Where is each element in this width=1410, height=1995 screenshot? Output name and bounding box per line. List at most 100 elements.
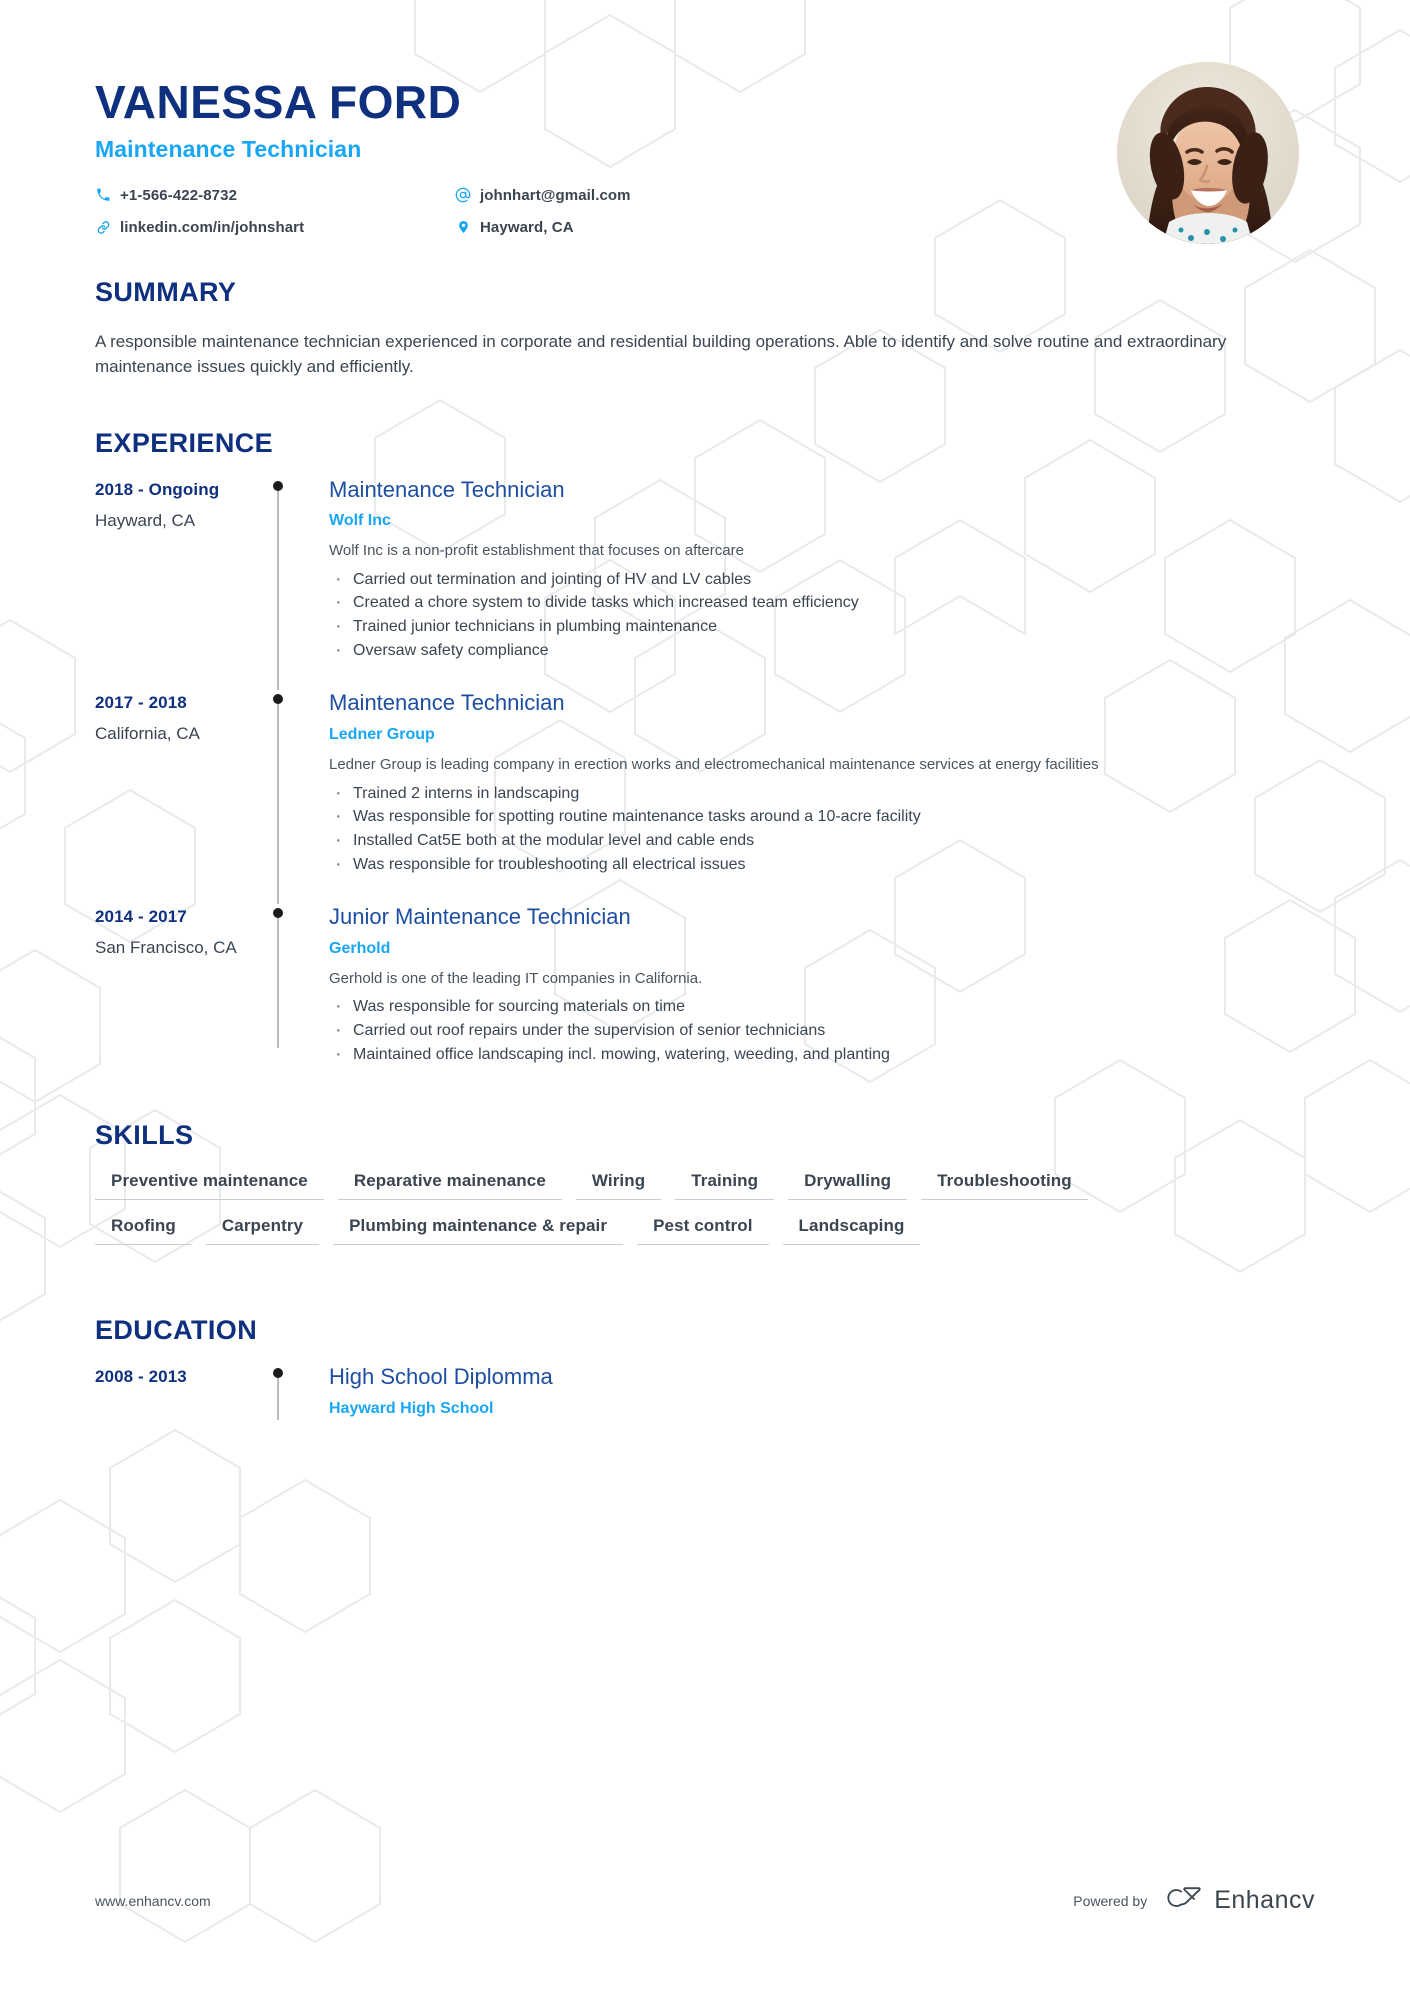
experience-entry-date: 2018 - Ongoing [95,479,220,499]
summary-section-title: SUMMARY [95,277,237,308]
timeline-dot [273,908,283,919]
skills-row: Preventive maintenance Reparative mainen… [95,1171,1315,1201]
experience-entry-location: Hayward, CA [95,510,196,530]
education-entry-meta: 2008 - 2013 [95,1364,273,1417]
experience-entry-date: 2017 - 2018 [95,693,187,713]
skills-section: SKILLS Preventive maintenance Reparative… [95,1120,1315,1246]
enhancv-brand: Enhancv [1161,1885,1315,1916]
experience-entry-meta: 2014 - 2017 San Francisco, CA [95,904,273,1066]
timeline-rail [273,904,329,1066]
summary-section: SUMMARY A responsible maintenance techni… [95,277,1315,379]
experience-entry-location: San Francisco, CA [95,938,237,958]
resume-page: VANESSA FORD Maintenance Technician +1-5… [0,0,1410,1995]
education-degree: High School Diplomma [329,1364,553,1390]
experience-entry-role: Maintenance Technician [329,476,565,502]
timeline-dot [273,1368,283,1379]
bullet-item: Was responsible for sourcing materials o… [329,992,1315,1021]
experience-entry-description: Gerhold is one of the leading IT compani… [329,969,703,987]
contact-phone-text: +1-566-422-8732 [120,186,238,204]
experience-entry: 2017 - 2018 California, CA Maintenance T… [95,690,1315,905]
bullet-item: Carried out roof repairs under the super… [329,1016,1315,1045]
experience-section: EXPERIENCE 2018 - Ongoing Hayward, CA Ma… [95,428,1315,1095]
bullet-item: Created a chore system to divide tasks w… [329,588,1315,617]
phone-icon [95,187,111,203]
timeline-line [277,700,279,905]
experience-entry-date: 2014 - 2017 [95,907,187,927]
contact-linkedin-text: linkedin.com/in/johnshart [120,218,305,236]
bullet-item: Was responsible for spotting routine mai… [329,802,1315,831]
page-footer: www.enhancv.com Powered by Enhancv [95,1885,1315,1916]
timeline-dot [273,480,283,491]
skill-item: Plumbing maintenance & repair [333,1216,624,1246]
contact-location: Hayward, CA [455,211,815,243]
experience-section-title: EXPERIENCE [95,427,274,458]
skill-item: Troubleshooting [921,1171,1088,1201]
experience-entry-company: Gerhold [329,939,391,957]
experience-entry-company: Ledner Group [329,725,435,743]
contact-email[interactable]: johnhart@gmail.com [455,179,815,211]
footer-website-url[interactable]: www.enhancv.com [95,1893,211,1909]
experience-entry: 2018 - Ongoing Hayward, CA Maintenance T… [95,477,1315,691]
education-entry: 2008 - 2013 High School Diplomma Hayward… [95,1364,1315,1421]
skill-item: Wiring [575,1171,662,1201]
education-entry-body: High School Diplomma Hayward High School [329,1364,1315,1417]
at-icon [455,187,471,203]
bullet-item: Trained junior technicians in plumbing m… [329,612,1315,641]
experience-entry-meta: 2018 - Ongoing Hayward, CA [95,477,273,663]
experience-entry-meta: 2017 - 2018 California, CA [95,690,273,876]
powered-by-label: Powered by [1073,1892,1148,1909]
bullet-item: Was responsible for troubleshooting all … [329,850,1315,879]
skill-item: Pest control [637,1216,769,1246]
skill-item: Carpentry [205,1216,320,1246]
resume-header: VANESSA FORD Maintenance Technician +1-5… [95,0,1315,244]
enhancv-logo-icon [1161,1885,1205,1916]
education-school: Hayward High School [329,1399,494,1417]
experience-entry-role: Junior Maintenance Technician [329,904,631,930]
experience-entry: 2014 - 2017 San Francisco, CA Junior Mai… [95,904,1315,1094]
experience-entry-description: Ledner Group is leading company in erect… [329,755,1099,773]
timeline-rail [273,690,329,905]
experience-entry-body: Maintenance Technician Wolf Inc Wolf Inc… [329,476,1315,665]
bullet-item: Trained 2 interns in landscaping [329,779,1315,808]
contact-info-list: +1-566-422-8732 linkedin.com/in/johnshar… [95,179,815,243]
experience-entry-bullets: Carried out termination and jointing of … [329,565,1315,665]
timeline-line [277,486,279,691]
education-section: EDUCATION 2008 - 2013 High School Diplom… [95,1315,1315,1421]
experience-entry-bullets: Trained 2 interns in landscaping Was res… [329,779,1315,879]
experience-entry-body: Junior Maintenance Technician Gerhold Ge… [329,904,1315,1069]
skill-item: Drywalling [788,1171,908,1201]
experience-entry-role: Maintenance Technician [329,690,565,716]
bullet-item: Installed Cat5E both at the modular leve… [329,826,1315,855]
skill-item: Training [675,1171,775,1201]
skill-item: Preventive maintenance [95,1171,324,1201]
bullet-item: Maintained office landscaping incl. mowi… [329,1040,1315,1069]
location-pin-icon [455,219,471,235]
bullet-item: Carried out termination and jointing of … [329,565,1315,594]
timeline-line [277,1374,279,1421]
bullet-item: Oversaw safety compliance [329,636,1315,665]
experience-entry-company: Wolf Inc [329,511,391,529]
profile-photo [1117,62,1299,244]
contact-location-text: Hayward, CA [480,218,574,236]
skills-row: Roofing Carpentry Plumbing maintenance &… [95,1216,1315,1246]
education-entry-date: 2008 - 2013 [95,1367,187,1387]
contact-phone[interactable]: +1-566-422-8732 [95,179,455,211]
experience-entry-body: Maintenance Technician Ledner Group Ledn… [329,690,1315,879]
experience-entry-bullets: Was responsible for sourcing materials o… [329,992,1315,1069]
summary-text: A responsible maintenance technician exp… [95,332,1227,376]
contact-email-text: johnhart@gmail.com [480,186,631,204]
enhancv-wordmark: Enhancv [1214,1886,1315,1914]
timeline-line [277,914,279,1049]
experience-entry-description: Wolf Inc is a non-profit establishment t… [329,541,744,559]
timeline-rail [273,1364,329,1421]
skills-section-title: SKILLS [95,1120,194,1151]
skill-item: Roofing [95,1216,192,1246]
contact-linkedin[interactable]: linkedin.com/in/johnshart [95,211,455,243]
skill-item: Reparative mainenance [337,1171,562,1201]
link-icon [95,219,111,235]
experience-entry-location: California, CA [95,724,200,744]
timeline-dot [273,694,283,705]
timeline-rail [273,477,329,691]
skill-item: Landscaping [782,1216,921,1246]
education-section-title: EDUCATION [95,1315,258,1346]
